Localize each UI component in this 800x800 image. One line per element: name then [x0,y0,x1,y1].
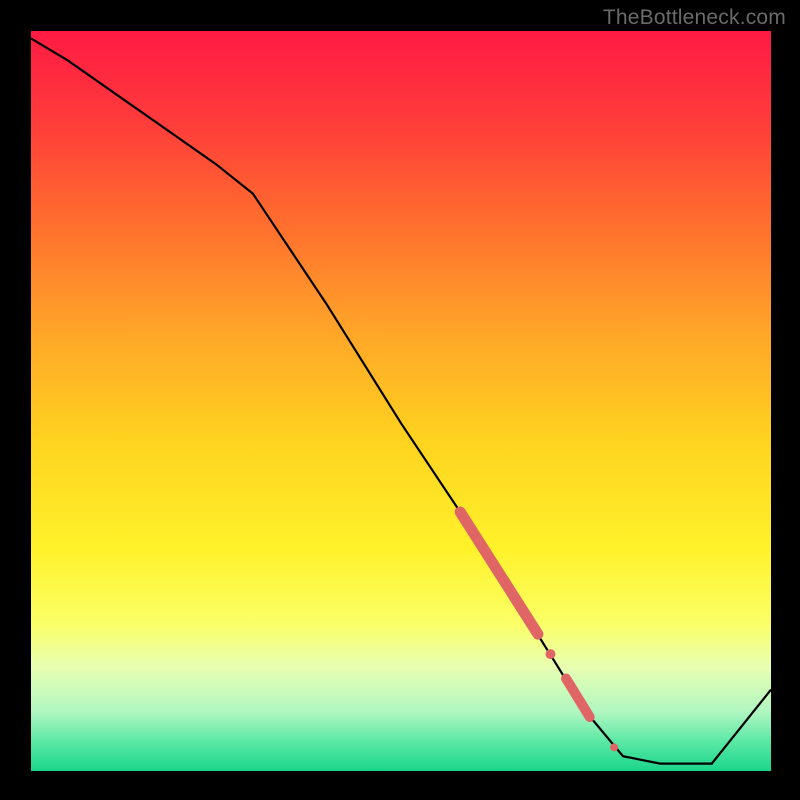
bottleneck-chart [0,0,800,800]
chart-container: TheBottleneck.com [0,0,800,800]
plot-background [31,31,771,771]
highlight-dot-1 [545,649,555,659]
watermark-text: TheBottleneck.com [603,6,786,30]
highlight-dot-2 [610,743,618,751]
